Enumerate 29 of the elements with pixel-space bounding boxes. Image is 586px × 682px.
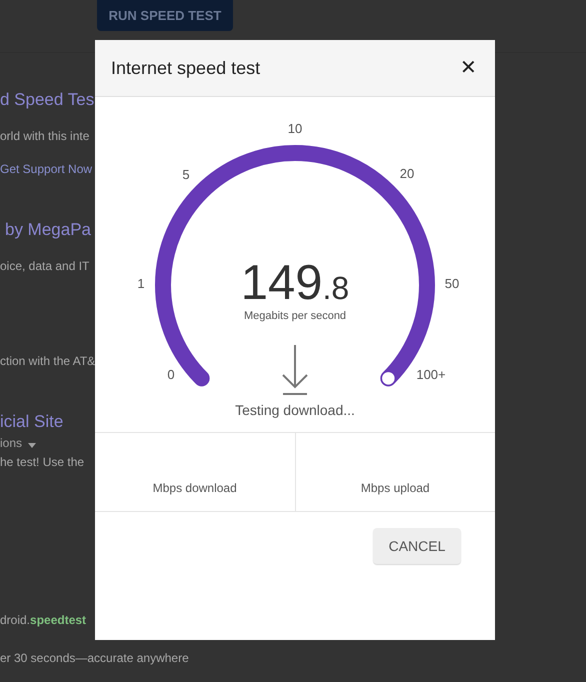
result-snippet: he test! Use the bbox=[0, 456, 84, 471]
result-snippet: oice, data and IT bbox=[0, 260, 90, 275]
result-title[interactable]: by MegaPa bbox=[5, 221, 91, 243]
tick-label: 50 bbox=[444, 276, 460, 291]
tick-label: 1 bbox=[137, 276, 145, 291]
status-text: Testing download... bbox=[235, 402, 355, 418]
cancel-button[interactable]: CANCEL bbox=[373, 528, 461, 564]
tick-label: 0 bbox=[167, 367, 175, 382]
dialog-title: Internet speed test bbox=[111, 56, 260, 80]
speed-value: 149.8 bbox=[240, 256, 350, 310]
caret-icon[interactable] bbox=[28, 442, 36, 448]
stat-label: Mbps download bbox=[152, 480, 237, 497]
result-title[interactable]: d Speed Tes bbox=[0, 91, 94, 113]
result-snippet: er 30 seconds—accurate anywhere bbox=[0, 652, 189, 667]
close-button[interactable]: ✕ bbox=[456, 58, 481, 78]
result-meta: ions bbox=[0, 437, 22, 452]
result-snippet: orld with this inte bbox=[0, 130, 90, 145]
download-icon bbox=[282, 344, 308, 395]
tick-label: 100+ bbox=[416, 367, 446, 382]
tick-label: 20 bbox=[400, 166, 414, 181]
stat-label: Mbps upload bbox=[360, 480, 430, 497]
result-snippet: ction with the AT& bbox=[0, 355, 96, 370]
tick-label: 10 bbox=[288, 121, 302, 136]
run-test-button[interactable]: RUN SPEED TEST bbox=[97, 0, 233, 31]
result-url: droid.speedtest bbox=[0, 614, 86, 629]
result-link[interactable]: Get Support Now bbox=[0, 163, 92, 181]
tick-label: 5 bbox=[182, 167, 190, 182]
unit-label: Megabits per second bbox=[244, 310, 346, 322]
result-title[interactable]: icial Site bbox=[0, 413, 64, 435]
